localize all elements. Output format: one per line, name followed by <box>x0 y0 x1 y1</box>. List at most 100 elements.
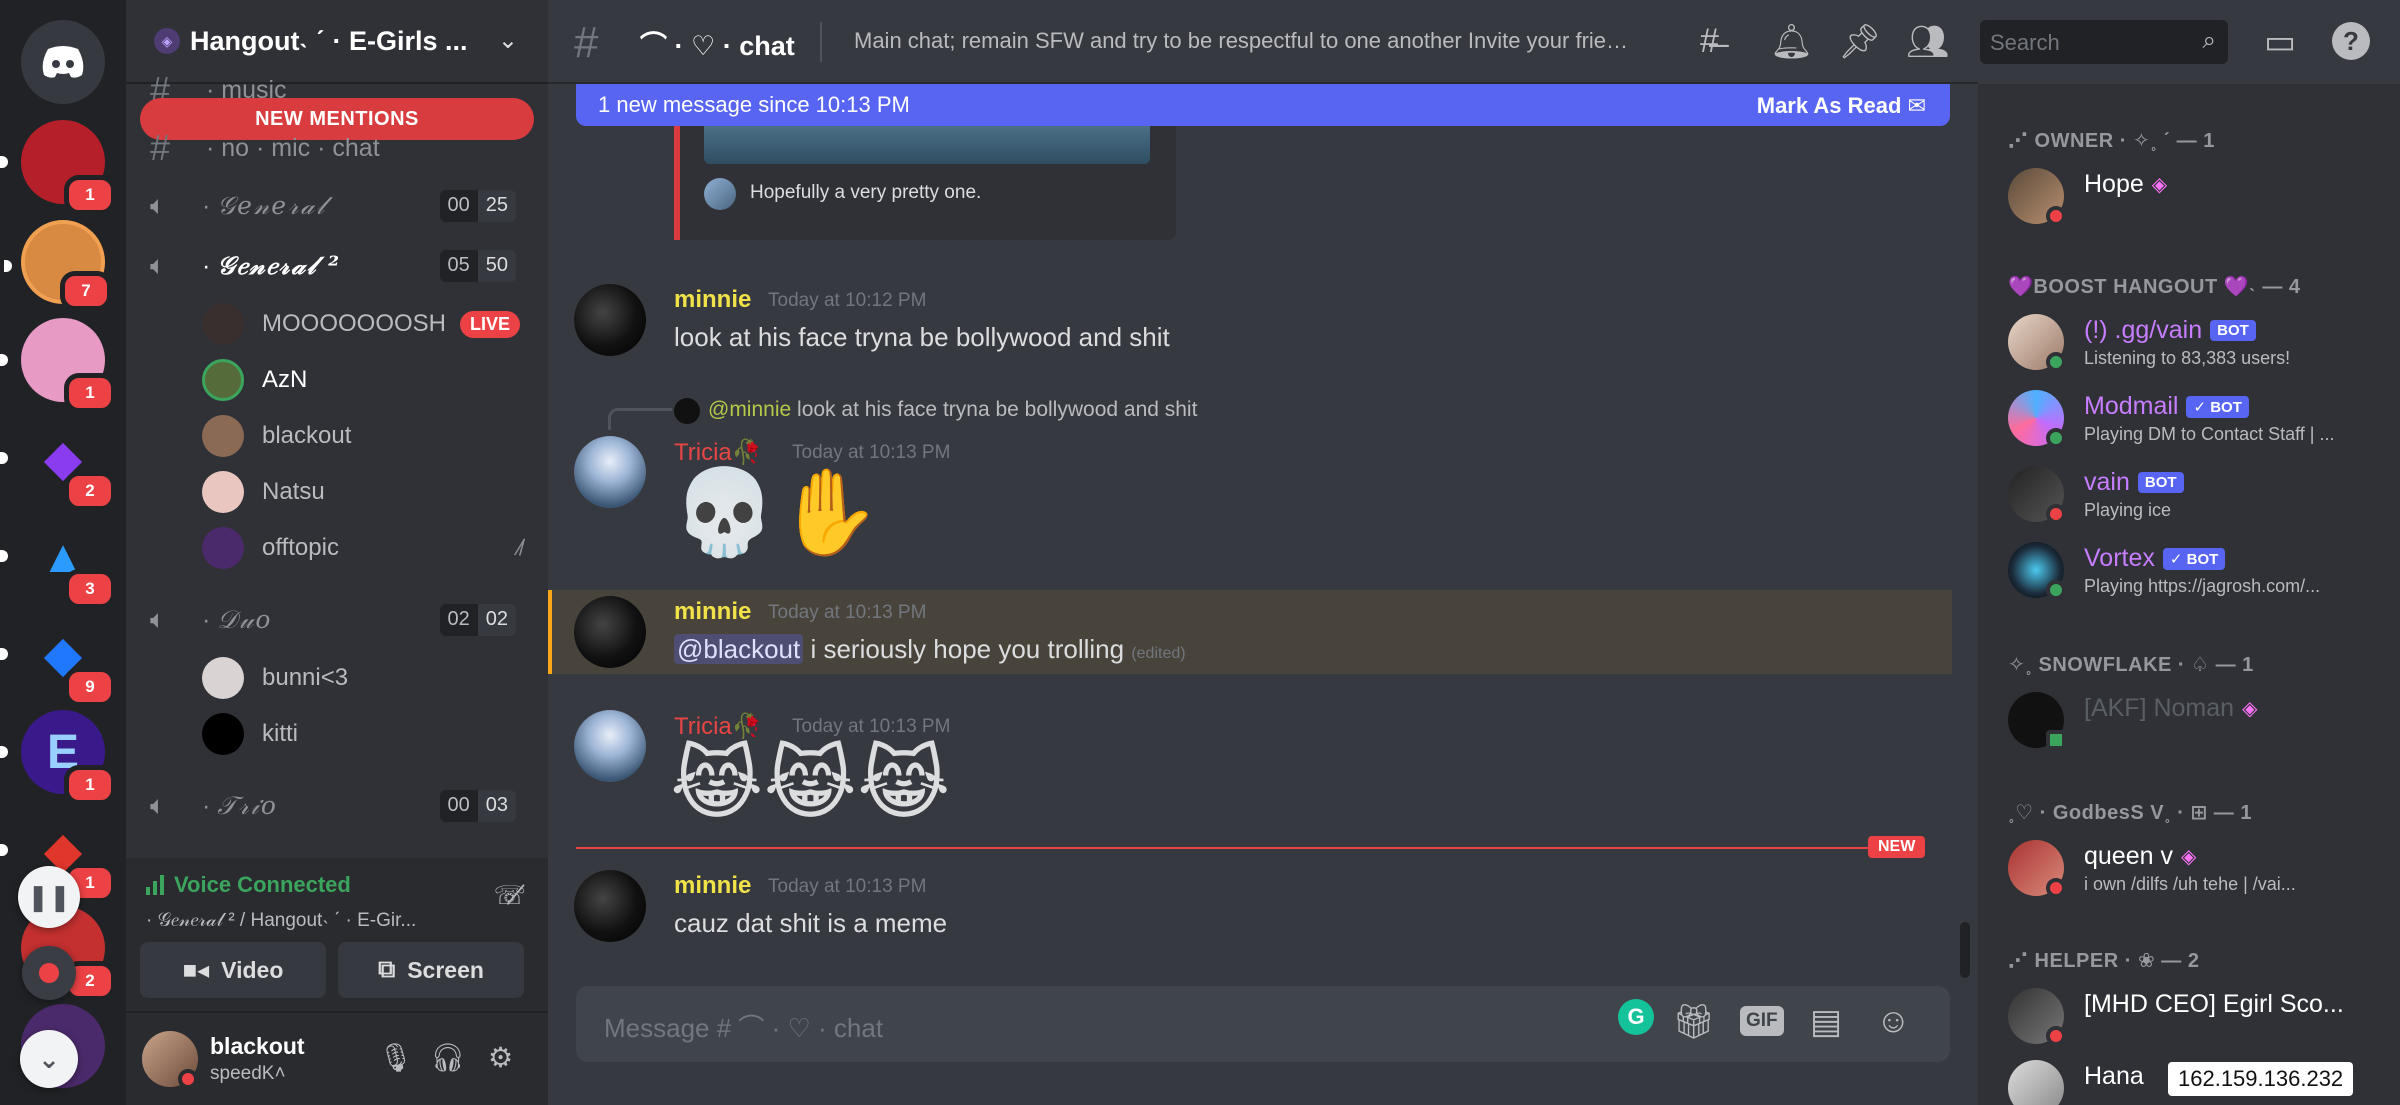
member-item[interactable]: Hope ◈ <box>2008 164 2388 228</box>
search-input[interactable]: Search ⌕ <box>1980 20 2228 64</box>
bell-icon[interactable]: 🔔︎ <box>1770 22 1813 62</box>
status-icon <box>2046 504 2066 524</box>
gif-button[interactable]: GIF <box>1740 1006 1784 1036</box>
voice-user-name: offtopic <box>262 534 339 561</box>
chat-area: # ⌒ · ♡ · chat Main chat; remain SFW and… <box>548 0 1978 1105</box>
threads-icon[interactable]: #̶ <box>1700 22 1719 61</box>
author-name: Tricia <box>674 439 732 466</box>
server-icon-7[interactable]: E1 <box>0 710 116 805</box>
scrollbar[interactable] <box>1960 922 1970 978</box>
voice-location[interactable]: · 𝒢𝑒𝓃𝑒𝓇𝒶𝓁 ² / Hangout˴ ˊ · E-Gir... <box>146 910 416 932</box>
user-tag: speedK˄ <box>210 1063 286 1084</box>
video-button[interactable]: ■◂ Video <box>140 942 326 998</box>
member-item[interactable]: (!) .gg/vain BOT Listening to 83,383 user… <box>2008 310 2388 374</box>
channel-dot: · <box>202 251 218 280</box>
message-author[interactable]: Tricia🥀 <box>674 438 762 467</box>
channel-topic[interactable]: Main chat; remain SFW and try to be resp… <box>854 28 1634 54</box>
server-icon-6[interactable]: ◆ 9 <box>0 612 116 707</box>
voice-user[interactable]: MOOOOOOOSH LIVE <box>202 298 532 350</box>
member-name: queen v ◈ <box>2084 842 2196 871</box>
mark-as-read-button[interactable]: Mark As Read ✉︎ <box>1757 93 1926 119</box>
message-composer[interactable]: Message # ⌒ · ♡ · chat G 🎁︎ GIF ▤ ☺ <box>576 986 1950 1062</box>
server-icon-5[interactable]: ▲ 3 <box>0 514 116 609</box>
message-timestamp: Today at 10:13 PM <box>792 442 951 463</box>
voice-user[interactable]: Natsu <box>202 466 532 518</box>
avatar[interactable] <box>574 596 646 668</box>
gear-icon[interactable]: ⚙ <box>488 1041 513 1074</box>
inbox-icon[interactable]: ▭ <box>2264 22 2296 62</box>
avatar <box>202 527 244 569</box>
voice-user[interactable]: AzN <box>202 354 532 406</box>
voice-user-name: bunni<3 <box>262 664 349 691</box>
member-list: ⋰ OWNER · ✧˳ ˊ — 1 Hope ◈ 💜BOOST HANGOUT … <box>1978 84 2400 1105</box>
count-current: 00 <box>439 190 478 222</box>
message-text: @blackout i seriously hope you trolling … <box>674 634 1186 665</box>
emoji-picker-icon[interactable]: ☺ <box>1876 1002 1911 1041</box>
help-icon[interactable]: ? <box>2332 22 2370 60</box>
member-name-text: Modmail <box>2084 392 2179 420</box>
live-badge: LIVE <box>460 310 521 338</box>
microphone-icon[interactable]: 🎙︎ <box>378 1041 414 1074</box>
pause-button[interactable]: ❚❚ <box>18 866 80 928</box>
screen-share-icon: ⧉ <box>378 956 396 983</box>
message-author[interactable]: minnie <box>674 872 751 900</box>
voice-channel-duo[interactable]: 🔈︎ · 𝒟𝓊𝑜 02 02 <box>150 594 540 646</box>
grammarly-icon[interactable]: G <box>1618 999 1654 1035</box>
status-icon <box>2046 878 2066 898</box>
message-input[interactable]: Message # ⌒ · ♡ · chat <box>604 1008 883 1045</box>
member-item[interactable]: [AKF] Noman ◈ <box>2008 688 2388 752</box>
unread-pip <box>0 746 8 758</box>
voice-channel-general[interactable]: 🔈︎ · 𝒢𝑒𝓃𝑒𝓇𝒶𝓁 00 25 <box>150 180 540 232</box>
headphones-icon[interactable]: 🎧︎ <box>430 1041 466 1074</box>
avatar[interactable] <box>574 710 646 782</box>
pin-icon[interactable]: 📌︎ <box>1838 22 1881 62</box>
record-icon <box>39 963 59 983</box>
gift-icon[interactable]: 🎁︎ <box>1672 1002 1715 1042</box>
voice-user[interactable]: kitti <box>202 708 532 760</box>
mark-as-read-label: Mark As Read <box>1756 93 1902 118</box>
sticker-icon[interactable]: ▤ <box>1810 1002 1842 1042</box>
member-item[interactable]: [MHD CEO] Egirl Sco... <box>2008 984 2388 1048</box>
member-item[interactable]: vain BOT Playing ice <box>2008 462 2388 526</box>
member-item[interactable]: Modmail ✓ BOT Playing DM to Contact Staff… <box>2008 386 2388 450</box>
voice-user[interactable]: offtopic ⁄̸ <box>202 522 532 574</box>
members-icon[interactable]: 👥︎ <box>1906 22 1949 62</box>
server-icon-4[interactable]: ◆ 2 <box>0 416 116 511</box>
message-author[interactable]: minnie <box>674 598 751 626</box>
expand-button[interactable]: ⌄ <box>20 1030 78 1088</box>
avatar <box>2008 1060 2064 1105</box>
home-button[interactable] <box>21 20 105 104</box>
member-item[interactable]: Vortex ✓ BOT Playing https://jagrosh.com/… <box>2008 538 2388 602</box>
member-category: ✧˳ SNOWFLAKE · ♤ — 1 <box>2008 654 2254 676</box>
user-mention[interactable]: @blackout <box>674 634 804 664</box>
channel-no-mic-chat[interactable]: # · no · mic · chat <box>150 122 540 174</box>
emoji-message: 😹😹😹 <box>670 739 951 828</box>
signal-icon <box>146 875 164 895</box>
screen-share-button[interactable]: ⧉ Screen <box>338 942 524 998</box>
voice-channel-trio[interactable]: 🔈︎ · 𝒯𝓇𝒾𝑜 00 03 <box>150 780 540 832</box>
record-button[interactable] <box>22 946 76 1000</box>
server-icon-3[interactable]: 1 <box>0 318 116 413</box>
member-activity: Playing ice <box>2084 500 2172 520</box>
discord-logo-icon <box>42 46 84 78</box>
voice-user[interactable]: blackout <box>202 410 532 462</box>
message-author[interactable]: minnie <box>674 286 751 314</box>
reply-preview[interactable]: @minnie look at his face tryna be bollyw… <box>708 398 1197 422</box>
avatar[interactable] <box>574 436 646 508</box>
embed-image[interactable] <box>704 126 1150 164</box>
message-author[interactable]: Tricia🥀 <box>674 712 762 741</box>
voice-user[interactable]: bunni<3 <box>202 652 532 704</box>
server-icon-1[interactable]: 1 <box>0 120 116 215</box>
screen-label: Screen <box>407 956 484 983</box>
server-icon-2[interactable]: 7 <box>4 220 112 311</box>
avatar[interactable] <box>574 284 646 356</box>
avatar[interactable] <box>574 870 646 942</box>
voice-user-count: 00 03 <box>439 790 516 822</box>
disconnect-icon[interactable]: ☏̸ <box>493 880 526 911</box>
voice-user-count: 00 25 <box>439 190 516 222</box>
embed-caption: Hopefully a very pretty one. <box>750 182 982 203</box>
member-item[interactable]: queen v ◈ i own /dilfs /uh tehe | /vai... <box>2008 836 2388 900</box>
new-messages-bar[interactable]: 1 new message since 10:13 PM Mark As Rea… <box>576 84 1950 126</box>
channel-name: 𝒢𝑒𝓃𝑒𝓇𝒶𝓁 <box>217 191 327 220</box>
voice-channel-general-2[interactable]: 🔈︎ · 𝒢𝑒𝓃𝑒𝓇𝒶𝓁 ² 05 50 <box>150 240 540 292</box>
